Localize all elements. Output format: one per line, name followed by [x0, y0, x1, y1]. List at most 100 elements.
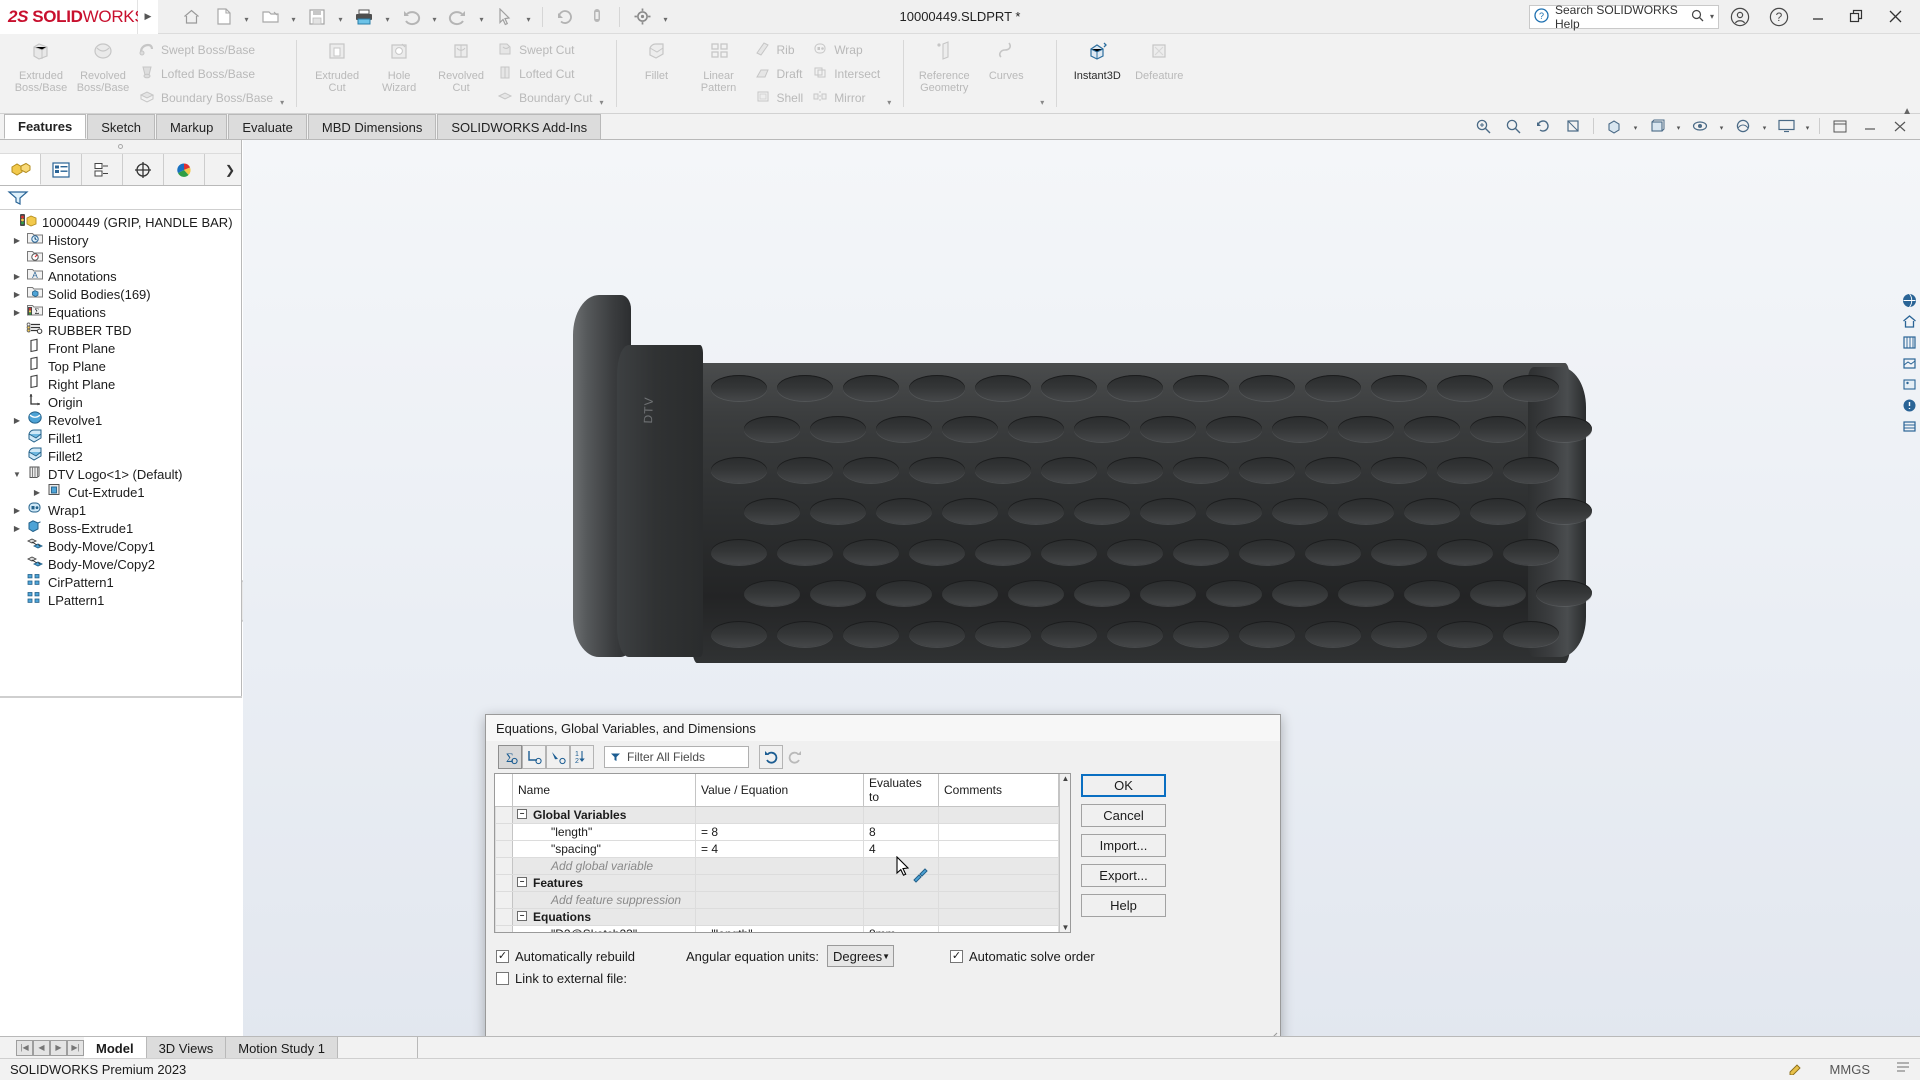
section-view-icon[interactable] — [1559, 115, 1587, 137]
swept-boss-base-button[interactable]: Swept Boss/Base — [134, 38, 277, 62]
intersect-button[interactable]: Intersect — [807, 62, 884, 86]
view-settings-icon[interactable] — [1772, 115, 1800, 137]
dimension-view-icon[interactable] — [546, 745, 570, 769]
minimize-button[interactable] — [1799, 0, 1836, 34]
panel-tab-overflow-caret[interactable]: ❯ — [219, 154, 241, 185]
filter-input[interactable]: Filter All Fields — [604, 746, 749, 768]
cell-evaluates-to[interactable]: 8 — [864, 824, 939, 841]
reference-geometry-button[interactable]: ReferenceGeometry — [913, 36, 975, 111]
cell-name[interactable]: Add global variable — [513, 858, 696, 875]
annotations-expand-arrow[interactable]: ▶ — [10, 272, 24, 281]
prev-tab-button[interactable]: ◀ — [33, 1040, 50, 1056]
table-row[interactable]: −Features — [496, 875, 1059, 892]
help-button[interactable]: Help — [1081, 894, 1166, 917]
handle-bar-grip-model[interactable]: DTV — [573, 295, 1583, 720]
tree-item-material[interactable]: RUBBER TBD — [0, 321, 241, 339]
menu-expand-caret[interactable]: ▶ — [138, 0, 158, 34]
tree-item-fillet1[interactable]: Fillet1 — [0, 429, 241, 447]
scroll-up-arrow[interactable]: ▲ — [1060, 774, 1071, 783]
wrap-button[interactable]: Wrap — [807, 38, 884, 62]
boundary-cut-button[interactable]: Boundary Cut — [492, 86, 596, 110]
wrap1-expand-arrow[interactable]: ▶ — [10, 506, 24, 515]
home-portal-icon[interactable] — [1898, 311, 1920, 332]
tree-item-revolve1[interactable]: ▶ Revolve1 — [0, 411, 241, 429]
equations-expand-arrow[interactable]: ▶ — [10, 308, 24, 317]
cell-comments[interactable] — [939, 841, 1059, 858]
tree-item-solid-bodies[interactable]: ▶ Solid Bodies(169) — [0, 285, 241, 303]
close-button[interactable] — [1877, 0, 1914, 34]
view-orientation-icon[interactable] — [1600, 115, 1628, 137]
extruded-cut-button[interactable]: ExtrudedCut — [306, 36, 368, 111]
cell-name[interactable]: "spacing" — [513, 841, 696, 858]
cell-name[interactable]: "length" — [513, 824, 696, 841]
equations-table-scrollbar[interactable]: ▲ ▼ — [1059, 774, 1071, 932]
apply-scene-caret[interactable]: ▾ — [1759, 115, 1770, 137]
tree-item-body-move-copy2[interactable]: Body-Move/Copy2 — [0, 555, 241, 573]
hide-show-items-icon[interactable] — [1686, 115, 1714, 137]
collapse-group-icon[interactable]: − — [517, 809, 527, 819]
undo-caret[interactable]: ▾ — [428, 3, 441, 31]
collapse-group-icon[interactable]: − — [517, 911, 527, 921]
display-style-icon[interactable] — [1643, 115, 1671, 137]
tree-item-cirpattern1[interactable]: CirPattern1 — [0, 573, 241, 591]
table-row[interactable]: "spacing"= 44 — [496, 841, 1059, 858]
bottom-tab-3d-views[interactable]: 3D Views — [147, 1037, 227, 1059]
link-to-external-file-checkbox[interactable]: Link to external file: — [496, 971, 627, 986]
apply-scene-icon[interactable] — [1729, 115, 1757, 137]
equation-view-icon[interactable]: Σ — [498, 745, 522, 769]
revolved-boss-base-button[interactable]: RevolvedBoss/Base — [72, 36, 134, 111]
tree-item-wrap1[interactable]: ▶ Wrap1 — [0, 501, 241, 519]
tree-root-item[interactable]: 10000449 (GRIP, HANDLE BAR) — [0, 213, 241, 231]
table-row[interactable]: "length"= 88 — [496, 824, 1059, 841]
boundary-boss-base-button[interactable]: Boundary Boss/Base — [134, 86, 277, 110]
open-icon[interactable] — [255, 3, 285, 31]
curves-button[interactable]: Curves — [975, 36, 1037, 111]
close-doc-window-icon[interactable] — [1886, 115, 1914, 137]
cell-evaluates-to[interactable] — [864, 807, 939, 824]
tree-item-origin[interactable]: Origin — [0, 393, 241, 411]
print-icon[interactable] — [349, 3, 379, 31]
cell-name[interactable]: Add feature suppression — [513, 892, 696, 909]
lofted-cut-button[interactable]: Lofted Cut — [492, 62, 596, 86]
redo-icon-dialog[interactable] — [783, 745, 807, 769]
first-tab-button[interactable]: |◀ — [16, 1040, 33, 1056]
row-index-cell[interactable] — [496, 858, 513, 875]
scroll-down-arrow[interactable]: ▼ — [1060, 923, 1071, 932]
minimize-doc-window-icon[interactable] — [1856, 115, 1884, 137]
solidworks-web-icon[interactable] — [1898, 290, 1920, 311]
decals-icon[interactable] — [1898, 374, 1920, 395]
lofted-boss-base-button[interactable]: Lofted Boss/Base — [134, 62, 277, 86]
feature-manager-tab[interactable] — [0, 154, 41, 185]
history-expand-arrow[interactable]: ▶ — [10, 236, 24, 245]
fillet-button[interactable]: Fillet — [626, 36, 688, 111]
tab-sketch[interactable]: Sketch — [87, 114, 155, 139]
row-index-cell[interactable] — [496, 892, 513, 909]
instant3d-button[interactable]: Instant3D — [1066, 36, 1128, 111]
cell-comments[interactable] — [939, 926, 1059, 934]
undo-icon[interactable] — [396, 3, 426, 31]
hole-wizard-button[interactable]: HoleWizard — [368, 36, 430, 111]
cell-name[interactable]: "D2@Sketch23" — [513, 926, 696, 934]
bottom-tab-motion-study[interactable]: Motion Study 1 — [226, 1037, 338, 1059]
mirror-button[interactable]: Mirror — [807, 86, 884, 110]
cell-value[interactable]: = 8 — [696, 824, 864, 841]
open-caret[interactable]: ▾ — [287, 3, 300, 31]
cell-value[interactable] — [696, 807, 864, 824]
row-index-cell[interactable] — [496, 807, 513, 824]
bottom-tab-model[interactable]: Model — [84, 1037, 147, 1059]
shell-button[interactable]: Shell — [750, 86, 808, 110]
equations-dialog[interactable]: Equations, Global Variables, and Dimensi… — [485, 714, 1281, 1044]
cell-comments[interactable] — [939, 824, 1059, 841]
revolve1-expand-arrow[interactable]: ▶ — [10, 416, 24, 425]
new-document-icon[interactable] — [208, 3, 238, 31]
solidworks-logo[interactable]: 2SSOLIDWORKS — [0, 0, 138, 34]
header-name[interactable]: Name — [513, 774, 696, 807]
cell-comments[interactable] — [939, 909, 1059, 926]
redo-icon[interactable] — [443, 3, 473, 31]
select-icon[interactable] — [490, 3, 520, 31]
table-row[interactable]: Add feature suppression — [496, 892, 1059, 909]
tree-item-equations[interactable]: ▶ Σ Equations — [0, 303, 241, 321]
cell-name[interactable]: −Equations — [513, 909, 696, 926]
tab-features[interactable]: Features — [4, 114, 86, 139]
last-tab-button[interactable]: ▶| — [67, 1040, 84, 1056]
